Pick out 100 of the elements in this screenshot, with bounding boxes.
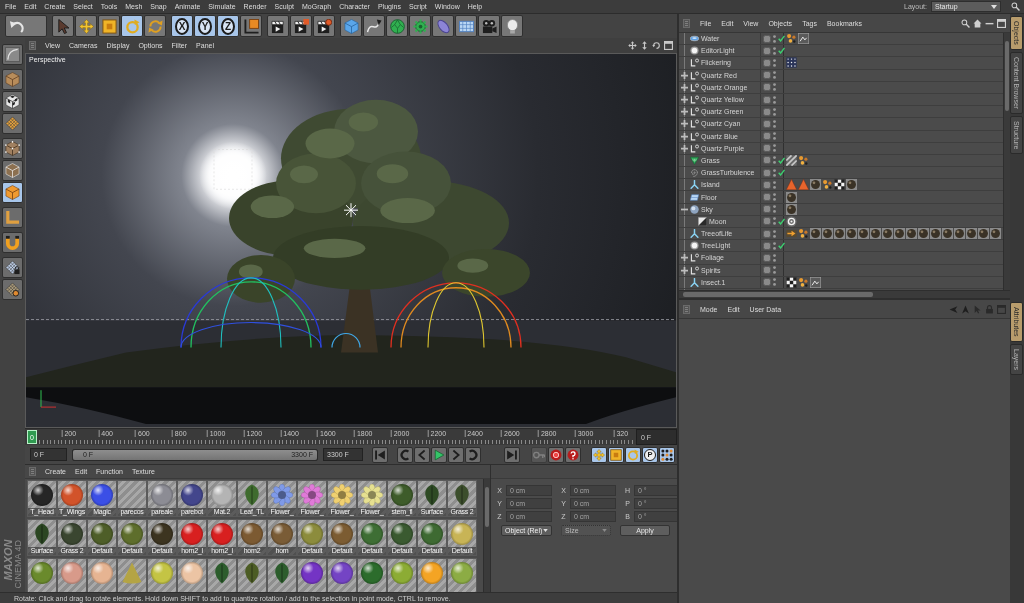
sphere-tile-icon[interactable] <box>858 228 869 240</box>
model-mode-button[interactable] <box>2 44 23 65</box>
check-icon[interactable] <box>778 35 785 43</box>
material-tile[interactable] <box>207 558 237 592</box>
check-icon[interactable] <box>778 47 785 55</box>
sphere-tile-icon[interactable] <box>822 228 833 240</box>
sphere-tile-icon[interactable] <box>942 228 953 240</box>
rotate-arrows-icon[interactable] <box>652 41 661 50</box>
ring-icon[interactable] <box>786 215 797 227</box>
scale-tool-button[interactable] <box>98 15 120 37</box>
move-tool-button[interactable] <box>75 15 97 37</box>
sphere-tile-icon[interactable] <box>978 228 989 240</box>
pen-button[interactable] <box>363 15 385 37</box>
dots-cluster-icon[interactable] <box>798 228 809 240</box>
material-tile[interactable] <box>27 558 57 592</box>
play-button[interactable] <box>431 446 447 463</box>
sphere-tile-icon[interactable] <box>918 228 929 240</box>
material-tile[interactable] <box>387 558 417 592</box>
sphere-tile-icon[interactable] <box>930 228 941 240</box>
next-frame-button[interactable] <box>448 446 464 463</box>
cone-icon[interactable] <box>798 179 809 191</box>
material-tile[interactable] <box>87 558 117 592</box>
plus-icon[interactable] <box>681 120 688 128</box>
axis-lock-button[interactable]: Y <box>194 15 216 37</box>
material-tile[interactable] <box>297 558 327 592</box>
plus-icon[interactable] <box>681 132 688 140</box>
polygons-mode-button[interactable] <box>2 182 23 203</box>
deformer-button[interactable] <box>432 15 454 37</box>
dots-cluster-icon[interactable] <box>798 154 809 166</box>
check-icon[interactable] <box>778 169 785 177</box>
plus-icon[interactable] <box>681 96 688 104</box>
undo-button[interactable] <box>5 15 47 37</box>
axis-mode-button[interactable] <box>2 207 23 228</box>
array-button[interactable] <box>409 15 431 37</box>
dots-cluster-icon[interactable] <box>786 33 797 45</box>
checker-icon[interactable] <box>834 179 845 191</box>
recent-tool-button[interactable] <box>144 15 166 37</box>
plus-icon[interactable] <box>681 254 688 262</box>
sphere-tile-icon[interactable] <box>846 179 857 191</box>
edges-mode-button[interactable] <box>2 160 23 181</box>
locked-workplane-button[interactable] <box>2 257 23 278</box>
check-icon[interactable] <box>778 156 785 164</box>
search-icon[interactable] <box>961 18 970 28</box>
material-tile[interactable] <box>117 558 147 592</box>
cone-icon[interactable] <box>786 179 797 191</box>
sphere-tile-icon[interactable] <box>810 179 821 191</box>
key-point-level-button[interactable] <box>659 446 675 463</box>
material-tile[interactable] <box>357 558 387 592</box>
axis-lock-button[interactable]: Z <box>217 15 239 37</box>
check-icon[interactable] <box>778 217 785 225</box>
image-tile-icon[interactable] <box>810 276 821 288</box>
light-button[interactable] <box>501 15 523 37</box>
material-tile[interactable] <box>147 558 177 592</box>
material-tile[interactable] <box>267 558 297 592</box>
cross-arrows-icon[interactable] <box>628 41 637 50</box>
key-scale-button[interactable] <box>608 446 624 463</box>
sphere-tile-icon[interactable] <box>906 228 917 240</box>
plus-icon[interactable] <box>681 108 688 116</box>
plus-icon[interactable] <box>681 71 688 79</box>
material-tile[interactable] <box>177 558 207 592</box>
image-tile-icon[interactable] <box>798 33 809 45</box>
dots-cluster-icon[interactable] <box>822 179 833 191</box>
sphere-tile-icon[interactable] <box>846 228 857 240</box>
material-tile[interactable] <box>447 558 477 592</box>
render-settings-button[interactable] <box>313 15 335 37</box>
cube-button[interactable] <box>340 15 362 37</box>
horizontal-scrollbar[interactable] <box>679 290 1010 298</box>
go-to-end-button[interactable] <box>504 446 520 463</box>
next-key-button[interactable] <box>465 446 481 463</box>
arrow-tile-icon[interactable] <box>786 228 797 240</box>
sphere-tile-icon[interactable] <box>810 228 821 240</box>
floor-button[interactable] <box>455 15 477 37</box>
sphere-tile-icon[interactable] <box>834 228 845 240</box>
plus-icon[interactable] <box>681 83 688 91</box>
striped-tile-icon[interactable] <box>786 154 797 166</box>
previous-frame-button[interactable] <box>414 446 430 463</box>
sphere-tile-icon[interactable] <box>870 228 881 240</box>
key-position-button[interactable] <box>591 446 607 463</box>
up-down-arrows-icon[interactable] <box>640 41 649 50</box>
axis-lock-button[interactable]: X <box>171 15 193 37</box>
object-mode-button[interactable] <box>2 69 23 90</box>
check-icon[interactable] <box>778 242 785 250</box>
sphere-tile-icon[interactable] <box>966 228 977 240</box>
sphere-tile-icon[interactable] <box>882 228 893 240</box>
texture-mode-button[interactable] <box>2 91 23 112</box>
search-icon[interactable] <box>1011 2 1020 11</box>
material-tile[interactable] <box>237 558 267 592</box>
sphere-tile-icon[interactable] <box>990 228 1001 240</box>
go-to-start-button[interactable] <box>372 446 388 463</box>
sphere-tile-icon[interactable] <box>894 228 905 240</box>
render-viewer-button[interactable] <box>290 15 312 37</box>
sphere-tile-icon[interactable] <box>786 191 797 203</box>
material-tile[interactable] <box>417 558 447 592</box>
subdivision-button[interactable] <box>386 15 408 37</box>
dot-grid-icon[interactable] <box>786 57 797 69</box>
sphere-tile-icon[interactable] <box>954 228 965 240</box>
points-mode-button[interactable] <box>2 138 23 159</box>
workplane-button[interactable] <box>2 279 23 300</box>
camera-button[interactable] <box>478 15 500 37</box>
select-tool-button[interactable] <box>52 15 74 37</box>
